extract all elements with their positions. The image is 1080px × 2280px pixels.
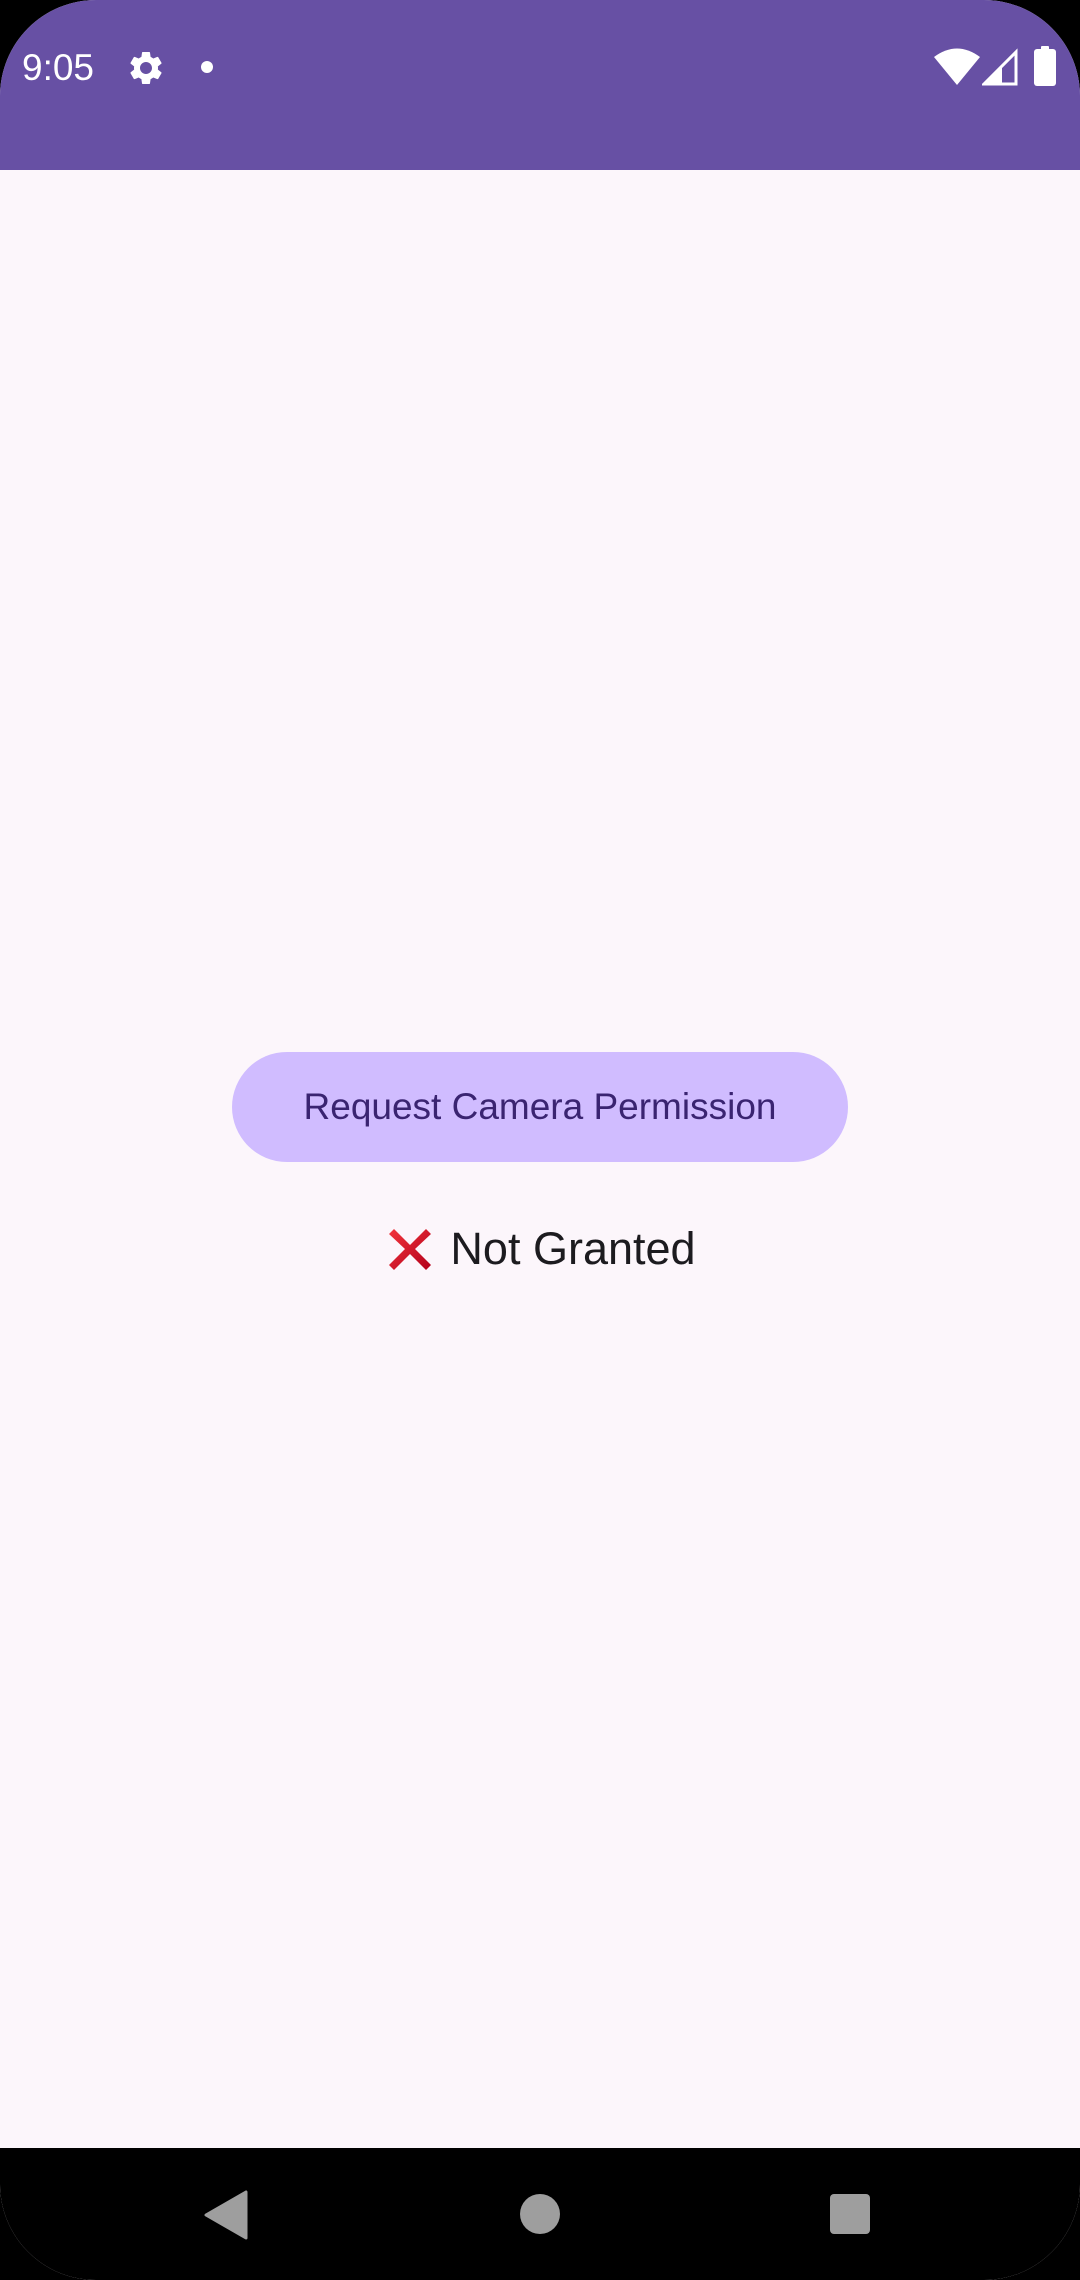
request-camera-permission-button[interactable]: Request Camera Permission: [232, 1052, 848, 1162]
signal-icon: [982, 48, 1018, 86]
permission-status: Not Granted: [0, 1216, 1080, 1282]
status-bar: 9:05: [0, 0, 1080, 170]
wifi-icon: [934, 48, 980, 85]
permission-status-text: Not Granted: [450, 1223, 696, 1274]
phone-screen: 9:05 Request Camera Permission Not Grant…: [0, 0, 1080, 2280]
battery-icon: [1034, 46, 1056, 86]
gear-icon: [130, 51, 162, 84]
status-time: 9:05: [22, 47, 95, 88]
cross-mark-icon: [389, 1229, 432, 1270]
home-icon[interactable]: [518, 2192, 562, 2236]
navigation-bar: [0, 2148, 1080, 2280]
dot-icon: [201, 61, 213, 73]
back-icon[interactable]: [204, 2190, 248, 2240]
recents-icon[interactable]: [828, 2192, 872, 2236]
